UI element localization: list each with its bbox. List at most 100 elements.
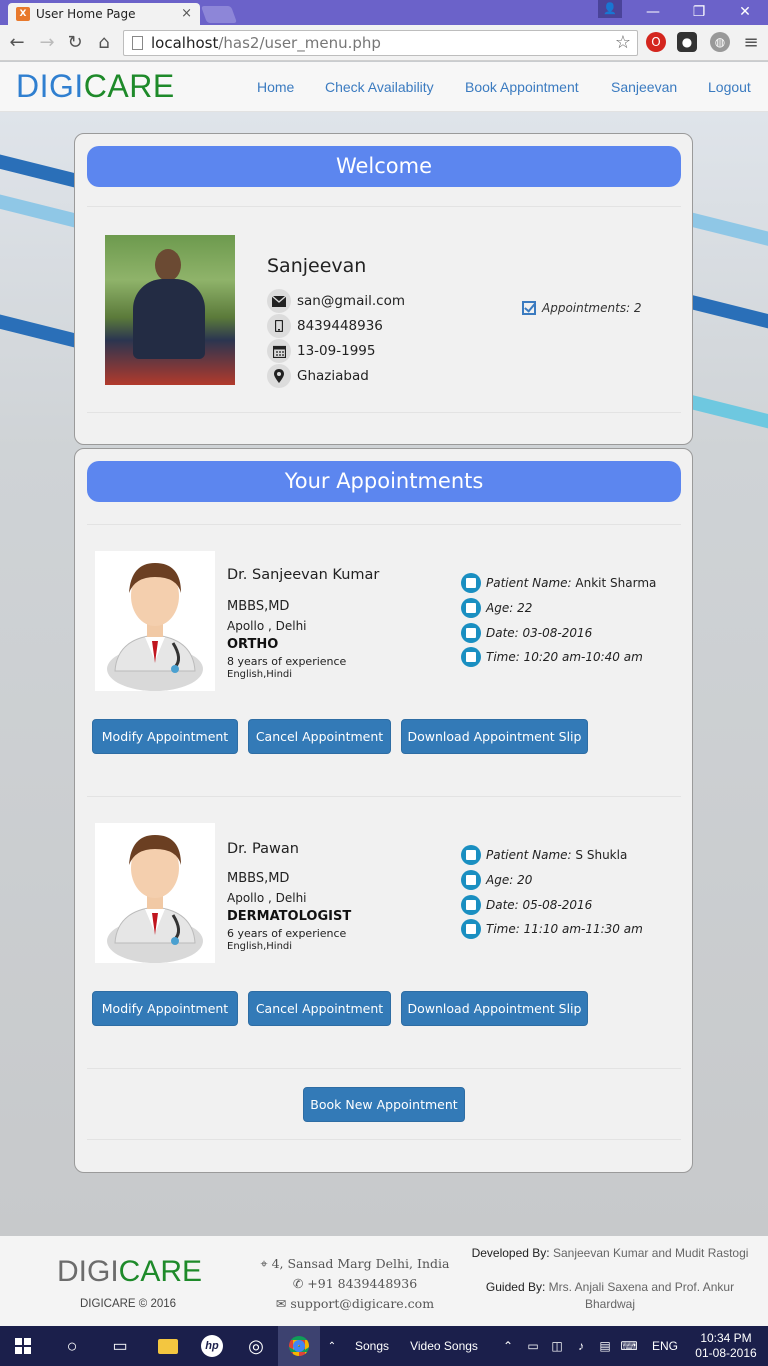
patient-name: Ankit Sharma: [575, 576, 657, 590]
search-circle-icon[interactable]: ○: [50, 1326, 94, 1366]
check-icon: [522, 301, 536, 315]
extension-globe-icon[interactable]: ◍: [710, 32, 730, 52]
divider: [87, 524, 681, 525]
browser-menu-icon[interactable]: ≡: [740, 32, 762, 54]
keyboard-icon[interactable]: ⌨: [618, 1326, 640, 1366]
divider: [87, 1139, 681, 1140]
clock-time: 10:34 PM: [700, 1331, 752, 1345]
nav-check-availability[interactable]: Check Availability: [325, 79, 434, 95]
cancel-appointment-button[interactable]: Cancel Appointment: [248, 719, 391, 754]
doctor-experience: 6 years of experience: [227, 927, 347, 940]
site-footer: DIGICARE DIGICARE © 2016 ⌖ 4, Sansad Mar…: [0, 1236, 768, 1326]
task-view-icon[interactable]: ▭: [98, 1326, 142, 1366]
edit-note-icon: [461, 919, 481, 939]
book-new-appointment-button[interactable]: Book New Appointment: [303, 1087, 465, 1122]
clock[interactable]: 10:34 PM 01-08-2016: [690, 1326, 762, 1366]
age-row: Age: 20: [461, 870, 532, 890]
edit-note-icon: [461, 573, 481, 593]
minimize-button[interactable]: —: [630, 0, 676, 25]
download-slip-button[interactable]: Download Appointment Slip: [401, 991, 588, 1026]
footer-address: ⌖ 4, Sansad Marg Delhi, India: [260, 1256, 450, 1271]
modify-appointment-button[interactable]: Modify Appointment: [92, 719, 238, 754]
back-icon[interactable]: ←: [6, 32, 28, 54]
nav-book-appointment[interactable]: Book Appointment: [465, 79, 579, 95]
patient-name: S Shukla: [575, 848, 628, 862]
close-window-button[interactable]: ✕: [722, 0, 768, 25]
map-marker-icon: ⌖: [260, 1256, 268, 1271]
maximize-button[interactable]: ❐: [676, 0, 722, 25]
hp-icon[interactable]: hp: [190, 1326, 234, 1366]
tab-title: User Home Page: [36, 7, 136, 21]
browser-tab[interactable]: X User Home Page ×: [8, 3, 200, 25]
doctor-languages: English,Hindi: [227, 941, 293, 952]
doctor-avatar-icon: [95, 823, 215, 963]
appointments-heading: Your Appointments: [87, 461, 681, 502]
envelope-icon: [267, 289, 291, 313]
nav-home[interactable]: Home: [257, 79, 294, 95]
appointments-count: Appointments: 2: [522, 301, 642, 315]
map-marker-icon: [267, 364, 291, 388]
xampp-favicon-icon: X: [16, 7, 30, 21]
chevron-up-icon[interactable]: ⌃: [322, 1326, 342, 1366]
divider: [87, 796, 681, 797]
songs-toolbar[interactable]: Songs: [344, 1326, 400, 1366]
envelope-icon: ✉: [275, 1296, 287, 1311]
forward-icon[interactable]: →: [36, 32, 58, 54]
doctor-name: Dr. Sanjeevan Kumar: [227, 567, 380, 583]
doctor-avatar-icon: [95, 551, 215, 691]
reload-icon[interactable]: ↻: [64, 32, 86, 54]
location-row: Ghaziabad: [267, 364, 369, 388]
site-header: DIGICARE Home Check Availability Book Ap…: [0, 62, 768, 112]
battery-icon[interactable]: ▭: [522, 1326, 544, 1366]
cancel-appointment-button[interactable]: Cancel Appointment: [248, 991, 391, 1026]
extension-badge-icon[interactable]: ●: [677, 32, 697, 52]
time-row: Time: 11:10 am-11:30 am: [461, 919, 643, 939]
download-slip-button[interactable]: Download Appointment Slip: [401, 719, 588, 754]
browser-toolbar: ← → ↻ ⌂ localhost/has2/user_menu.php ☆ O…: [0, 25, 768, 61]
tab-close-icon[interactable]: ×: [181, 6, 192, 21]
modify-appointment-button[interactable]: Modify Appointment: [92, 991, 238, 1026]
footer-guided-by: Guided By: Mrs. Anjali Saxena and Prof. …: [485, 1280, 735, 1311]
opera-extension-icon[interactable]: O: [646, 32, 666, 52]
nav-user-profile[interactable]: Sanjeevan: [611, 79, 677, 95]
language-indicator[interactable]: ENG: [648, 1326, 682, 1366]
notification-icon[interactable]: ▤: [594, 1326, 616, 1366]
user-dob: 13-09-1995: [297, 343, 376, 359]
edit-note-icon: [461, 623, 481, 643]
doctor-experience: 8 years of experience: [227, 655, 347, 668]
tray-chevron-icon[interactable]: ⌃: [498, 1326, 518, 1366]
doctor-name: Dr. Pawan: [227, 841, 299, 857]
volume-icon[interactable]: ♪: [570, 1326, 592, 1366]
dob-row: 13-09-1995: [267, 339, 375, 363]
profile-icon[interactable]: 👤: [598, 0, 622, 18]
user-email: san@gmail.com: [297, 293, 405, 309]
chrome-icon[interactable]: [278, 1326, 320, 1366]
footer-email[interactable]: ✉ support@digicare.com: [250, 1296, 460, 1311]
footer-phone: ✆ +91 8439448936: [292, 1276, 418, 1291]
windows-start-icon[interactable]: [0, 1326, 46, 1366]
footer-copyright: DIGICARE © 2016: [80, 1298, 177, 1310]
welcome-heading: Welcome: [87, 146, 681, 187]
calendar-icon: [267, 339, 291, 363]
network-icon[interactable]: ◫: [546, 1326, 568, 1366]
nav-logout[interactable]: Logout: [708, 79, 751, 95]
new-tab-button[interactable]: [200, 6, 238, 23]
patient-name-row: Patient Name: Ankit Sharma: [461, 573, 656, 593]
edit-note-icon: [461, 895, 481, 915]
age-row: Age: 22: [461, 598, 532, 618]
edit-note-icon: [461, 598, 481, 618]
doctor-specialty: DERMATOLOGIST: [227, 909, 352, 924]
bookmark-star-icon[interactable]: ☆: [615, 32, 631, 53]
video-songs-toolbar[interactable]: Video Songs: [404, 1326, 484, 1366]
divider: [87, 412, 681, 413]
address-bar[interactable]: localhost/has2/user_menu.php ☆: [123, 30, 638, 56]
file-explorer-icon[interactable]: [146, 1326, 190, 1366]
doctor-languages: English,Hindi: [227, 669, 293, 680]
bg-stripe: [686, 212, 768, 250]
url-host: localhost: [151, 34, 219, 52]
home-icon[interactable]: ⌂: [93, 32, 115, 54]
site-logo[interactable]: DIGICARE: [16, 68, 175, 105]
media-app-icon[interactable]: ◎: [234, 1326, 278, 1366]
edit-note-icon: [461, 870, 481, 890]
welcome-card: Welcome Sanjeevan san@gmail.com 84394489…: [74, 133, 693, 445]
